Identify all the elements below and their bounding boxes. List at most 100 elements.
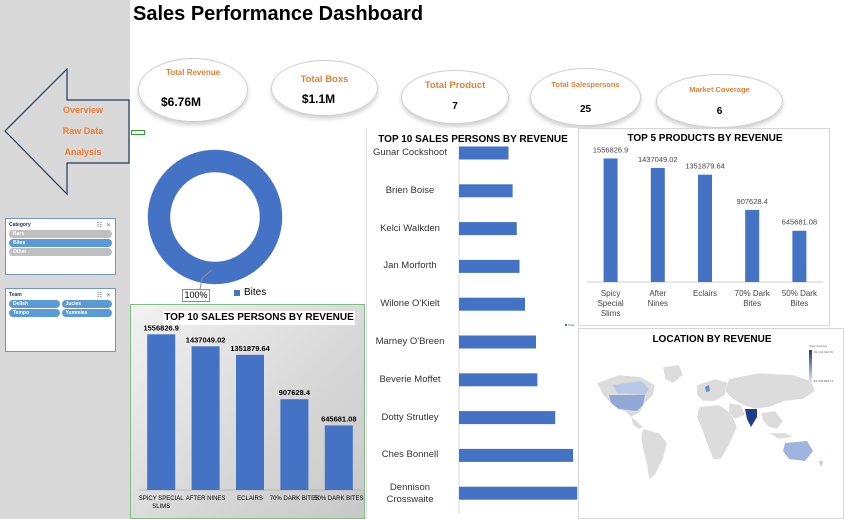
page-title: Sales Performance Dashboard	[133, 3, 424, 25]
kpi-total-salespersons: Total Salespersons 25	[530, 68, 641, 126]
data-label: 1437049.02	[638, 155, 678, 164]
top-products-grey-chart: TOP 10 SALES PERSONS BY REVENUE 1556826.…	[130, 304, 365, 519]
team-slicer: Team ☷ ✕ Delish Jucies Tempo Yummies	[5, 288, 116, 352]
category-slicer-title: Category	[9, 222, 31, 228]
top-products-chart: TOP 5 PRODUCTS BY REVENUE 1556826.9 Spicy…	[578, 128, 830, 326]
bar	[459, 184, 513, 198]
legend-swatch	[234, 289, 240, 296]
data-label: 1556826.9	[593, 145, 628, 154]
kpi-value: $6.76M	[160, 95, 202, 109]
category-slicer: Category ☷ ✕ Bars Bites Other	[5, 218, 116, 275]
team-slicer-title: Team	[9, 292, 22, 298]
bar	[324, 425, 353, 490]
bar	[792, 230, 807, 282]
south-america-shape	[640, 428, 668, 480]
tick-label: Spicy Special Slims	[597, 289, 623, 318]
kpi-market-coverage: Market Coverage 6	[656, 74, 783, 128]
category-donut-chart	[147, 149, 283, 285]
chart2-svg: 1556826.9 Spicy Special Slims 1437049.02 Afte…	[587, 145, 823, 318]
world-map	[596, 364, 823, 480]
tick-label: AFTER NINES	[186, 496, 226, 502]
europe-shape	[696, 378, 730, 402]
sidebar: Overview Raw Data Analysis Category ☷ ✕ …	[0, 0, 130, 519]
tick-label: After Nines	[648, 289, 668, 308]
slicer-item-jucies[interactable]: Jucies	[61, 300, 112, 308]
slicer-item-tempo[interactable]: Tempo	[9, 309, 60, 317]
kpi-value: $1.1M	[301, 92, 336, 106]
bar	[459, 411, 556, 425]
slicer-item-other[interactable]: Other	[9, 248, 112, 256]
data-label: 1351879.64	[685, 162, 725, 171]
southeast-asia-shape	[760, 410, 784, 430]
slicer-item-bites[interactable]: Bites	[9, 239, 112, 247]
map-legend-title: Total revenue	[809, 344, 828, 348]
australia-region	[783, 441, 813, 461]
shape-resize-handle[interactable]	[131, 130, 145, 135]
location-map-chart: LOCATION BY REVENUE Total revenue $1,131…	[578, 328, 844, 519]
bar	[745, 209, 760, 282]
central-america-shape	[630, 416, 644, 430]
slicer-item-yummies[interactable]: Yummies	[61, 309, 112, 317]
map-legend-max: $1,131,492.91	[814, 350, 834, 354]
nav-overview-link[interactable]: Overview	[52, 105, 114, 115]
donut-percent-label: 100%	[182, 289, 210, 302]
kpi-value: 7	[452, 101, 458, 112]
nav-raw-data-link[interactable]: Raw Data	[52, 126, 114, 136]
bar	[459, 259, 520, 273]
slicer-item-bars[interactable]: Bars	[9, 230, 112, 238]
chart1-svg: Total	[458, 143, 578, 514]
donut-legend: Bites	[234, 287, 266, 298]
slicer-filter-icon[interactable]: ☷ ✕	[97, 222, 112, 229]
slicer-item-delish[interactable]: Delish	[9, 300, 60, 308]
bar	[459, 373, 538, 387]
tick-label: 70% Dark Bites	[735, 289, 771, 308]
kpi-label: Total Revenue	[165, 68, 221, 77]
bar	[191, 346, 220, 490]
bar	[147, 334, 176, 490]
tick-label: ECLAIRS	[237, 496, 263, 502]
bar	[236, 354, 264, 490]
tick-label: 50% Dark Bites	[782, 289, 818, 308]
india-region	[745, 409, 757, 427]
bar	[459, 486, 578, 500]
data-label: 1351879.64	[230, 344, 270, 353]
kpi-value: 6	[716, 106, 723, 117]
data-label: 907628.4	[737, 197, 768, 206]
data-label: 645681.08	[782, 218, 817, 227]
kpi-total-boxs: Total Boxs $1.1M	[271, 60, 378, 116]
nav-analysis-link[interactable]: Analysis	[52, 147, 114, 157]
bar	[603, 158, 618, 282]
kpi-total-product: Total Product 7	[401, 70, 509, 124]
bar	[459, 448, 574, 462]
tick-label: 50% DARK BITES	[314, 496, 363, 502]
data-label: 645681.08	[321, 414, 356, 423]
tick-label: SPICY SPECIAL SLIMS	[139, 496, 185, 510]
legend-label: Total	[568, 323, 575, 327]
kpi-total-revenue: Total Revenue $6.76M	[138, 58, 248, 122]
bar	[459, 146, 509, 160]
indonesia-shape	[768, 432, 794, 440]
bar	[280, 399, 309, 490]
map-legend-min: $1,009,828.13	[814, 379, 834, 383]
data-label: 1437049.02	[186, 335, 226, 344]
tick-label: 70% DARK BITES	[270, 496, 319, 502]
bar	[459, 335, 536, 349]
kpi-value: 25	[579, 104, 592, 115]
russia-asia-shape	[724, 372, 816, 410]
kpi-label: Total Boxs	[300, 74, 349, 85]
top-salespersons-chart: TOP 10 SALES PERSONS BY REVENUE Gunar Co…	[366, 128, 578, 519]
tick-label: Eclairs	[693, 289, 717, 298]
slicer-filter-icon[interactable]: ☷ ✕	[97, 292, 112, 299]
kpi-label: Total Salespersons	[551, 80, 620, 89]
legend-swatch	[565, 324, 567, 326]
data-label: 1556826.9	[143, 323, 178, 332]
bar	[459, 222, 517, 236]
kpi-label: Market Coverage	[689, 85, 750, 94]
donut-legend-label: Bites	[244, 287, 267, 298]
kpi-label: Total Product	[424, 80, 486, 91]
data-label: 907628.4	[279, 388, 311, 397]
bar	[459, 297, 525, 311]
new-zealand-region	[819, 461, 823, 467]
chart0-svg: 1556826.9 SPICY SPECIAL SLIMS 1437049.02 AFT…	[139, 323, 364, 510]
bar	[650, 167, 665, 282]
